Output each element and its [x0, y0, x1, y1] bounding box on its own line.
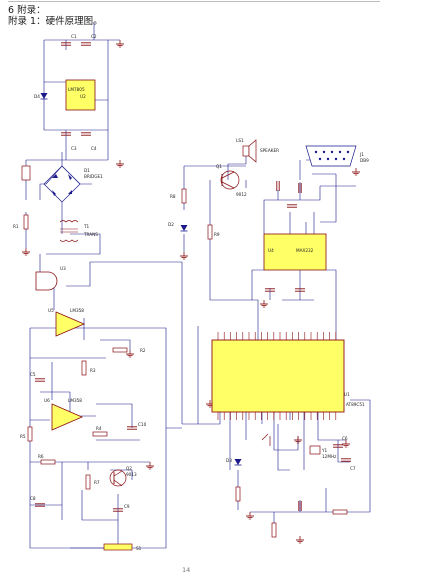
crystal-y1: Y1 12MHz C6 C7: [309, 436, 356, 471]
opamp-passives: R2 R3 C5 R4 C10 R5 R6 C8 C9 R7: [20, 347, 147, 512]
transistor-q1: Q1 9012: [216, 164, 247, 197]
c10-ref: C10: [138, 422, 147, 427]
q1-part: 9012: [236, 192, 247, 197]
mcu-ic: U1 AT89C51: [211, 339, 365, 413]
max232-ic: U4 MAX232: [263, 180, 327, 292]
left-input-parts: R1: [13, 165, 31, 230]
c2-ref: C2: [91, 34, 97, 39]
transformer: T1 TRANS: [59, 220, 98, 242]
mcu-ref: U1: [344, 392, 350, 397]
crystal-part: 12MHz: [322, 454, 337, 459]
c4-ref: C4: [91, 146, 97, 151]
reset-parts: [235, 433, 348, 538]
r3-ref: R3: [90, 368, 96, 373]
u6-part: LM358: [68, 398, 82, 403]
bridge-rectifier: D1 BRIDGE1: [43, 165, 103, 203]
c9-ref: C9: [124, 504, 130, 509]
c8-ref: C8: [30, 496, 36, 501]
db9-ref: J1: [359, 152, 364, 157]
led-d2: D2 R8 R9: [168, 188, 220, 240]
d4-ref: D4: [34, 94, 40, 99]
db9-connector: J1 DB9: [305, 145, 369, 167]
crystal-ref: Y1: [321, 448, 328, 453]
switch-s1: S1: [103, 543, 142, 551]
r1-ref: R1: [13, 224, 19, 229]
db9-part: DB9: [360, 158, 369, 163]
transistor-q2: Q2 9013: [109, 466, 137, 487]
r4-ref: R4: [96, 426, 102, 431]
d3-ref: D3: [226, 458, 232, 463]
c3-ref: C3: [71, 146, 77, 151]
r5-ref: R5: [20, 434, 26, 439]
regulator-part: LM7805: [68, 87, 85, 92]
c6-ref: C6: [342, 436, 348, 441]
u4-part: MAX232: [296, 248, 314, 253]
regulator-ic: LM7805 U2: [65, 79, 96, 111]
buzzer: LS1 SPEAKER: [236, 138, 279, 163]
q1-ref: Q1: [216, 164, 222, 169]
u5-part: LM358: [70, 308, 84, 313]
document-page: 6 附录： 附录 1：硬件原理图。 LM7805 U2 C1 C2 C3 C4 …: [0, 0, 448, 584]
buzzer-part: SPEAKER: [260, 148, 279, 153]
buzzer-ref: LS1: [236, 138, 244, 143]
circuit-schematic: LM7805 U2 C1 C2 C3 C4 D4 D1 BRIDGE1 T1 T…: [13, 22, 371, 551]
r6-ref: R6: [38, 454, 44, 459]
s1-ref: S1: [136, 546, 142, 551]
opamp-u6: U6 LM358: [44, 398, 84, 431]
d2-ref: D2: [168, 222, 174, 227]
regulator-ref: U2: [80, 94, 86, 99]
q2-ref: Q2: [126, 466, 132, 471]
u6-ref: U6: [44, 398, 50, 403]
bridge-part: BRIDGE1: [84, 174, 103, 179]
led-d3: D3: [226, 458, 242, 466]
r8-ref: R8: [170, 194, 176, 199]
page-number: 14: [182, 566, 191, 574]
c7-ref: C7: [350, 466, 356, 471]
ground-symbols: [21, 39, 361, 544]
transformer-part: TRANS: [83, 232, 98, 237]
c1-ref: C1: [71, 34, 77, 39]
q2-part: 9013: [126, 472, 137, 477]
mcu-part: AT89C51: [346, 402, 365, 407]
and-gate: U3: [35, 266, 66, 291]
u5-ref: U5: [48, 308, 54, 313]
led-d4: D4: [34, 92, 48, 100]
gate-ref: U3: [60, 266, 66, 271]
opamp-u5: U5 LM358: [48, 308, 86, 337]
r7-ref: R7: [94, 480, 100, 485]
u4-ref: U4: [268, 248, 274, 253]
transformer-ref: T1: [83, 224, 90, 229]
r9-ref: R9: [214, 232, 220, 237]
bridge-ref: D1: [84, 168, 90, 173]
r2-ref: R2: [140, 348, 146, 353]
c5-ref: C5: [30, 372, 36, 377]
